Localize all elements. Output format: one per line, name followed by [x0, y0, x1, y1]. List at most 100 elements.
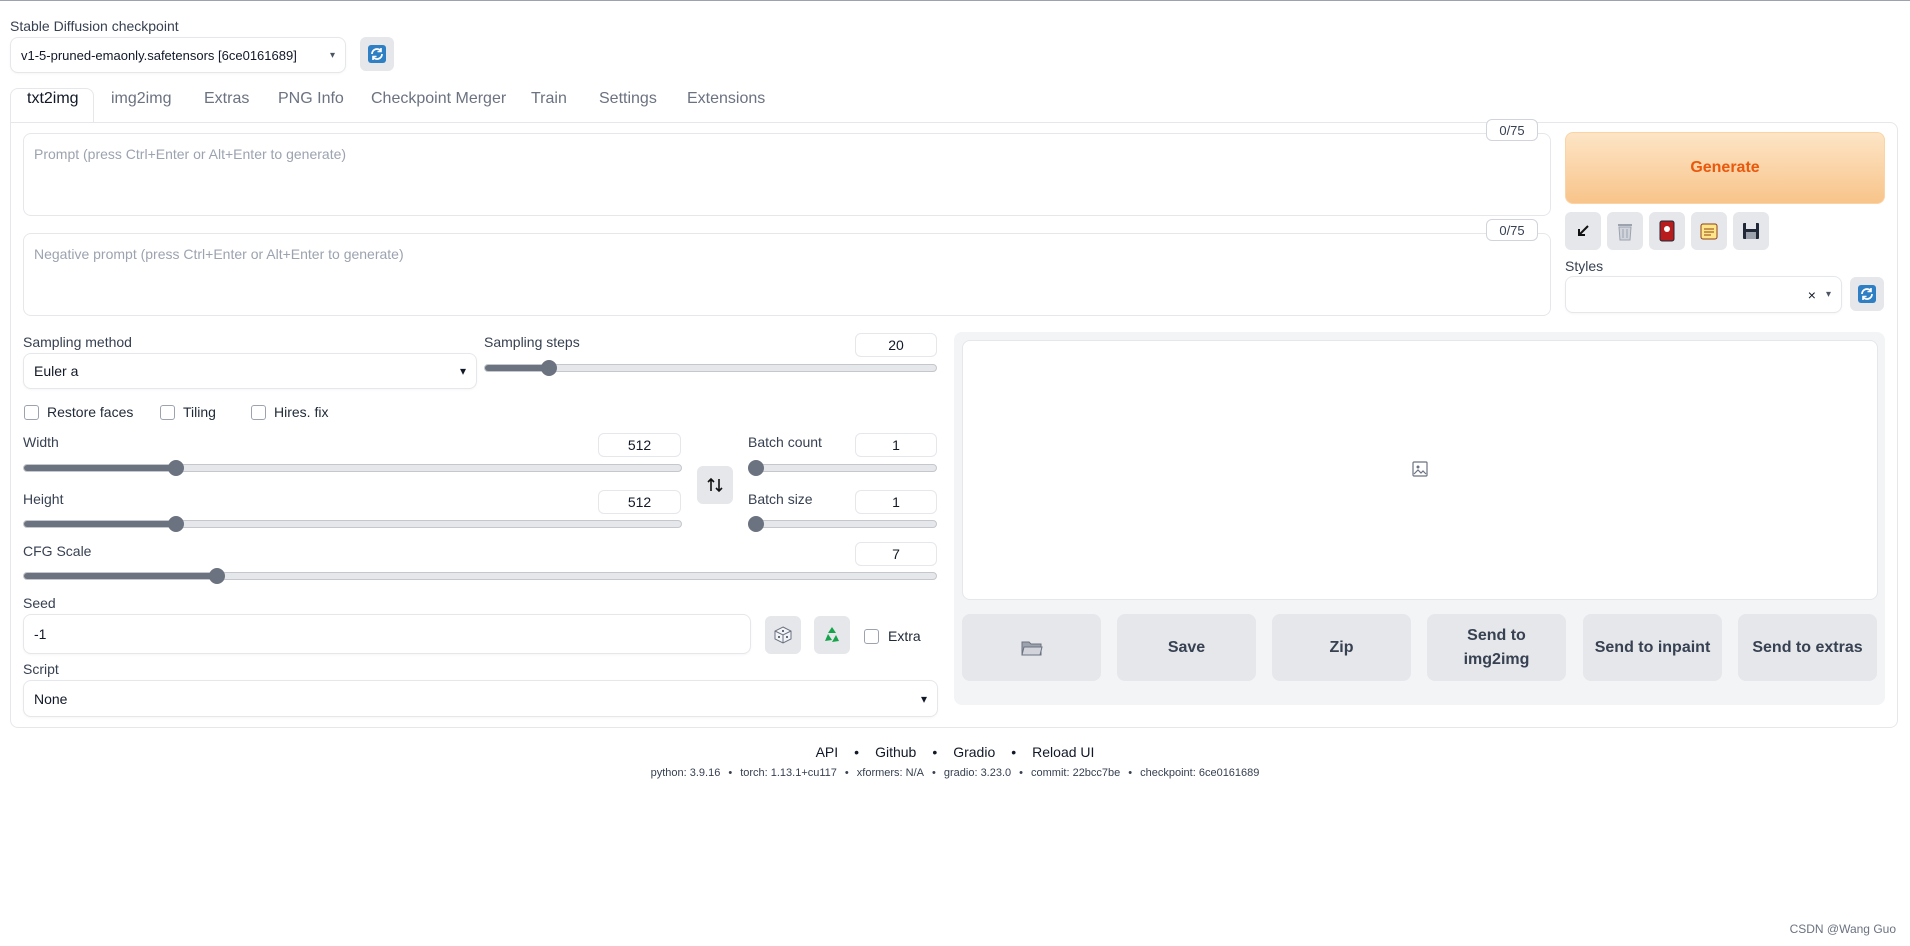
width-fill — [24, 465, 178, 471]
save-button[interactable]: Save — [1117, 614, 1256, 681]
apply-style-button[interactable] — [1691, 212, 1727, 250]
watermark: CSDN @Wang Guo — [1789, 922, 1896, 936]
sampling-steps-input[interactable]: 20 — [855, 333, 937, 357]
batch-size-input[interactable]: 1 — [855, 490, 937, 514]
negative-prompt-input[interactable]: Negative prompt (press Ctrl+Enter or Alt… — [23, 233, 1551, 316]
chevron-down-icon: ▾ — [1825, 289, 1831, 300]
send-to-img2img-label-line2: img2img — [1463, 650, 1530, 668]
styles-select[interactable]: × ▾ — [1565, 276, 1842, 313]
tab-extras[interactable]: Extras — [204, 90, 249, 108]
tab-checkpoint-merger[interactable]: Checkpoint Merger — [371, 90, 506, 108]
tab-train[interactable]: Train — [531, 90, 567, 108]
version-checkpoint: checkpoint: 6ce0161689 — [1140, 767, 1260, 779]
clear-prompt-button[interactable] — [1607, 212, 1643, 250]
seed-value: -1 — [34, 626, 47, 642]
batch-count-slider[interactable] — [748, 460, 764, 476]
checkpoint-value: v1-5-pruned-emaonly.safetensors [6ce0161… — [21, 47, 297, 63]
hires-fix-checkbox[interactable] — [251, 405, 266, 420]
generate-button[interactable]: Generate — [1565, 132, 1885, 204]
dice-icon — [774, 626, 792, 644]
extra-seed-checkbox[interactable] — [864, 629, 879, 644]
width-track — [23, 464, 682, 472]
clipboard-icon — [1700, 223, 1718, 240]
swap-arrows-icon — [707, 477, 723, 493]
swap-dimensions-button[interactable] — [697, 466, 733, 504]
script-value: None — [34, 690, 68, 707]
tab-img2img[interactable]: img2img — [111, 90, 171, 108]
arrow-down-left-icon — [1578, 225, 1589, 236]
extra-seed-label: Extra — [888, 628, 921, 644]
open-folder-button[interactable] — [962, 614, 1101, 681]
negative-prompt-token-counter: 0/75 — [1486, 219, 1538, 241]
image-placeholder-icon — [1412, 461, 1428, 481]
seed-input[interactable]: -1 — [23, 614, 751, 654]
batch-count-input[interactable]: 1 — [855, 433, 937, 457]
read-params-button[interactable] — [1565, 212, 1601, 250]
zip-button[interactable]: Zip — [1272, 614, 1411, 681]
send-to-extras-button[interactable]: Send to extras — [1738, 614, 1877, 681]
sampling-steps-slider[interactable] — [541, 360, 557, 376]
version-python: python: 3.9.16 — [650, 767, 721, 779]
footer-link-github[interactable]: Github — [875, 744, 916, 760]
height-slider[interactable] — [168, 516, 184, 532]
height-input[interactable]: 512 — [598, 490, 681, 514]
footer-link-gradio[interactable]: Gradio — [953, 744, 995, 760]
batch-size-slider[interactable] — [748, 516, 764, 532]
send-to-inpaint-button[interactable]: Send to inpaint — [1583, 614, 1722, 681]
sampling-method-select[interactable]: Euler a ▾ — [23, 353, 477, 389]
batch-size-label: Batch size — [748, 491, 813, 507]
sampling-steps-fill — [485, 365, 549, 371]
random-seed-button[interactable] — [765, 616, 801, 654]
restore-faces-label: Restore faces — [47, 404, 134, 420]
width-input[interactable]: 512 — [598, 433, 681, 457]
top-border — [0, 0, 1910, 1]
refresh-styles-button[interactable] — [1850, 277, 1884, 311]
script-label: Script — [23, 661, 59, 677]
seed-label: Seed — [23, 595, 56, 611]
clear-styles-icon[interactable]: × — [1808, 287, 1816, 303]
prompt-input[interactable]: Prompt (press Ctrl+Enter or Alt+Enter to… — [23, 133, 1551, 216]
checkpoint-select[interactable]: v1-5-pruned-emaonly.safetensors [6ce0161… — [10, 37, 346, 73]
recycle-icon — [825, 627, 839, 642]
send-to-img2img-button[interactable]: Send to img2img — [1427, 614, 1566, 681]
chevron-down-icon: ▾ — [920, 691, 927, 706]
footer-separator: • — [932, 767, 936, 779]
send-to-img2img-label-line1: Send to — [1467, 626, 1526, 644]
version-xformers: xformers: N/A — [856, 767, 925, 779]
footer-link-reload-ui[interactable]: Reload UI — [1032, 744, 1094, 760]
styles-label: Styles — [1565, 258, 1604, 274]
cfg-scale-fill — [24, 573, 218, 579]
tab-settings[interactable]: Settings — [599, 90, 657, 108]
extra-networks-button[interactable] — [1649, 212, 1685, 250]
footer-link-api[interactable]: API — [816, 744, 839, 760]
checkpoint-label: Stable Diffusion checkpoint — [10, 18, 179, 34]
script-select[interactable]: None ▾ — [23, 680, 938, 717]
refresh-icon — [368, 45, 386, 63]
footer-separator: • — [1128, 767, 1133, 779]
tab-png-info[interactable]: PNG Info — [278, 90, 344, 108]
refresh-checkpoint-button[interactable] — [360, 37, 394, 71]
tiling-checkbox[interactable] — [160, 405, 175, 420]
tab-extensions[interactable]: Extensions — [687, 90, 765, 108]
sampling-steps-label: Sampling steps — [484, 334, 580, 350]
card-icon — [1659, 220, 1675, 242]
width-label: Width — [23, 434, 59, 450]
trash-icon — [1618, 224, 1632, 241]
refresh-icon — [1858, 285, 1876, 303]
footer-separator: • — [1011, 744, 1017, 760]
tab-txt2img[interactable]: txt2img — [27, 90, 79, 108]
cfg-scale-slider[interactable] — [209, 568, 225, 584]
width-slider[interactable] — [168, 460, 184, 476]
sampling-method-value: Euler a — [34, 363, 79, 379]
reuse-seed-button[interactable] — [814, 616, 850, 654]
cfg-scale-input[interactable]: 7 — [855, 542, 937, 566]
footer-separator: • — [844, 767, 849, 779]
version-commit: commit: 22bcc7be — [1031, 767, 1121, 779]
restore-faces-checkbox[interactable] — [24, 405, 39, 420]
save-style-button[interactable] — [1733, 212, 1769, 250]
version-torch: torch: 1.13.1+cu117 — [740, 767, 837, 779]
height-track — [23, 520, 682, 528]
footer-separator: • — [728, 767, 733, 779]
cfg-scale-track — [23, 572, 937, 580]
footer-versions: python: 3.9.16 • torch: 1.13.1+cu117 • x… — [0, 767, 1910, 779]
